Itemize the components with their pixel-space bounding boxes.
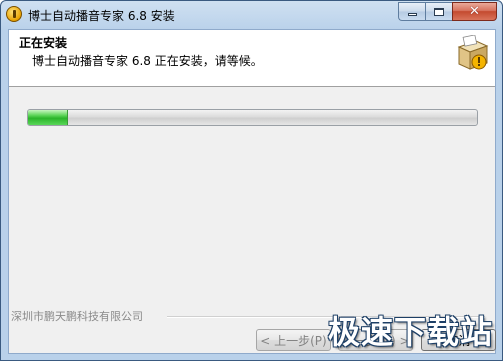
back-button[interactable]: < 上一步(P) <box>256 329 331 351</box>
wizard-body: 正在安装 博士自动播音专家 6.8 正在安装，请等候。 深圳市鹏天鹏科技有限公司… <box>8 29 496 354</box>
title-bar[interactable]: 博士自动播音专家 6.8 安装 ✕ <box>1 1 502 29</box>
progress-fill <box>28 110 69 125</box>
maximize-button[interactable] <box>425 2 452 21</box>
window-controls: ✕ <box>398 2 497 21</box>
install-progress-bar <box>27 109 478 126</box>
app-info-icon[interactable] <box>6 6 22 22</box>
wizard-header: 正在安装 博士自动播音专家 6.8 正在安装，请等候。 <box>9 30 495 87</box>
close-button[interactable]: ✕ <box>452 2 497 21</box>
window-title: 博士自动播音专家 6.8 安装 <box>28 9 175 23</box>
site-watermark: 极速下载站 <box>328 313 494 351</box>
maximize-icon <box>434 7 444 16</box>
minimize-button[interactable] <box>398 2 425 21</box>
minimize-icon <box>407 12 417 16</box>
company-brand-text: 深圳市鹏天鹏科技有限公司 <box>11 310 143 323</box>
install-box-icon <box>457 35 489 70</box>
page-subtitle: 博士自动播音专家 6.8 正在安装，请等候。 <box>32 54 263 68</box>
installer-window: 博士自动播音专家 6.8 安装 ✕ 正在安装 博士自动播音专家 6.8 正在安装… <box>0 0 503 361</box>
page-title: 正在安装 <box>19 36 68 50</box>
close-icon: ✕ <box>469 4 480 19</box>
